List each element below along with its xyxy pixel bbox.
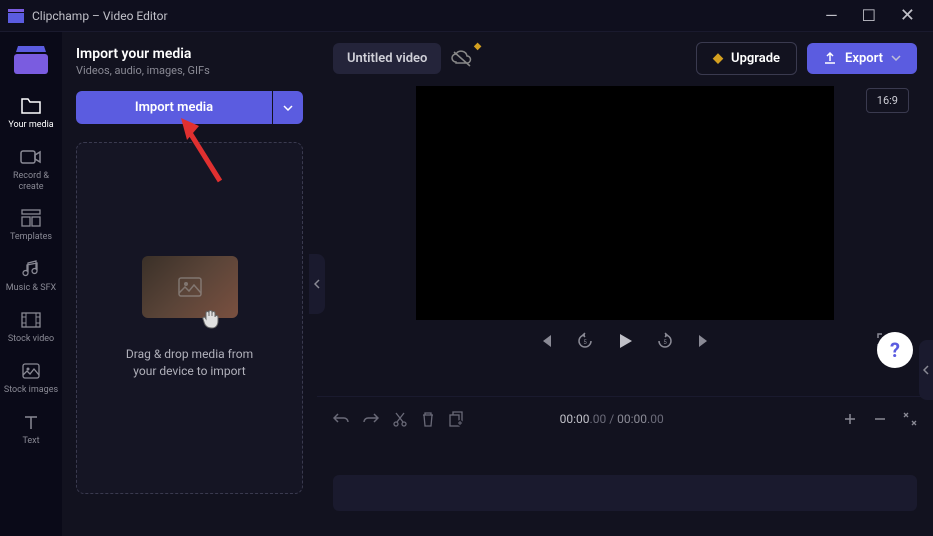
- nav-label: Music & SFX: [6, 283, 56, 294]
- sidebar-item-templates[interactable]: Templates: [0, 200, 62, 251]
- diamond-icon: ◆: [713, 51, 723, 66]
- export-button[interactable]: Export: [807, 43, 917, 74]
- timeline-track[interactable]: [333, 475, 917, 511]
- svg-text:5: 5: [663, 339, 667, 346]
- folder-icon: [20, 96, 42, 116]
- fit-button[interactable]: [903, 412, 917, 426]
- skip-start-button[interactable]: [538, 333, 554, 349]
- editor-area: Untitled video ◆ ◆ Upgrade Export 16:9: [317, 32, 933, 536]
- redo-button[interactable]: [363, 412, 379, 426]
- maximize-button[interactable]: ☐: [862, 8, 876, 24]
- templates-icon: [20, 208, 42, 228]
- sidebar-item-stock-images[interactable]: Stock images: [0, 353, 62, 404]
- aspect-ratio-button[interactable]: 16:9: [866, 88, 909, 113]
- clipchamp-logo[interactable]: [14, 44, 48, 74]
- preview-canvas[interactable]: [416, 86, 834, 320]
- duplicate-button[interactable]: [449, 411, 463, 427]
- nav-label: Record & create: [0, 171, 62, 193]
- chevron-left-icon: [314, 279, 320, 289]
- skip-end-button[interactable]: [696, 333, 712, 349]
- sidebar-item-text[interactable]: Text: [0, 404, 62, 455]
- app-icon: [8, 9, 24, 23]
- import-media-button[interactable]: Import media: [76, 91, 272, 124]
- media-panel: Import your media Videos, audio, images,…: [62, 32, 317, 536]
- film-icon: [20, 310, 42, 330]
- sidebar-item-your-media[interactable]: Your media: [0, 88, 62, 139]
- import-dropdown-button[interactable]: [273, 91, 303, 124]
- play-button[interactable]: [616, 332, 634, 350]
- timeline-area: 00:00.00/00:00.00: [317, 396, 933, 536]
- close-button[interactable]: ✕: [900, 7, 915, 25]
- svg-text:5: 5: [583, 339, 587, 346]
- timeline-toolbar: 00:00.00/00:00.00: [333, 405, 917, 433]
- rewind-button[interactable]: 5: [576, 332, 594, 350]
- chevron-left-icon: [923, 365, 929, 375]
- collapse-panel-button[interactable]: [309, 254, 325, 314]
- zoom-out-button[interactable]: [873, 412, 887, 426]
- cursor-grab-icon: [200, 306, 224, 330]
- sidebar-item-record[interactable]: Record & create: [0, 139, 62, 201]
- premium-badge-icon: ◆: [474, 41, 482, 52]
- sidebar-item-music[interactable]: Music & SFX: [0, 251, 62, 302]
- sidebar: Your media Record & create Templates Mus…: [0, 32, 62, 536]
- image-placeholder-icon: [178, 277, 202, 297]
- sidebar-item-stock-video[interactable]: Stock video: [0, 302, 62, 353]
- upgrade-button[interactable]: ◆ Upgrade: [696, 42, 797, 75]
- text-icon: [20, 412, 42, 432]
- export-label: Export: [845, 51, 883, 66]
- playback-controls: 5 5: [333, 332, 917, 350]
- media-dropzone[interactable]: Drag & drop media from your device to im…: [76, 142, 303, 494]
- panel-title: Import your media: [76, 46, 303, 62]
- cloud-off-icon: [451, 49, 473, 67]
- expand-right-panel-button[interactable]: [919, 340, 933, 400]
- minimize-button[interactable]: —: [825, 8, 838, 24]
- nav-label: Your media: [8, 120, 53, 131]
- chevron-down-icon: [891, 55, 901, 61]
- dropzone-text: Drag & drop media from your device to im…: [106, 346, 273, 380]
- undo-button[interactable]: [333, 412, 349, 426]
- window-title: Clipchamp – Video Editor: [32, 9, 825, 23]
- camera-icon: [20, 147, 42, 167]
- panel-subtitle: Videos, audio, images, GIFs: [76, 64, 303, 77]
- help-button[interactable]: ?: [877, 332, 913, 368]
- upload-icon: [823, 51, 837, 65]
- delete-button[interactable]: [421, 411, 435, 427]
- timeline-timecode: 00:00.00/00:00.00: [560, 412, 664, 426]
- nav-label: Templates: [10, 232, 52, 243]
- dropzone-preview: [142, 256, 238, 318]
- zoom-in-button[interactable]: [843, 412, 857, 426]
- forward-button[interactable]: 5: [656, 332, 674, 350]
- nav-label: Stock video: [8, 334, 54, 345]
- sync-button[interactable]: ◆: [451, 49, 473, 67]
- preview-area: 16:9 5 5: [317, 84, 933, 396]
- project-title-input[interactable]: Untitled video: [333, 43, 441, 74]
- nav-label: Stock images: [4, 385, 58, 396]
- image-icon: [20, 361, 42, 381]
- nav-label: Text: [22, 436, 39, 447]
- chevron-down-icon: [283, 105, 293, 111]
- question-icon: ?: [890, 338, 900, 362]
- split-button[interactable]: [393, 411, 407, 427]
- music-icon: [20, 259, 42, 279]
- topbar: Untitled video ◆ ◆ Upgrade Export: [317, 32, 933, 84]
- titlebar: Clipchamp – Video Editor — ☐ ✕: [0, 0, 933, 32]
- upgrade-label: Upgrade: [731, 51, 780, 66]
